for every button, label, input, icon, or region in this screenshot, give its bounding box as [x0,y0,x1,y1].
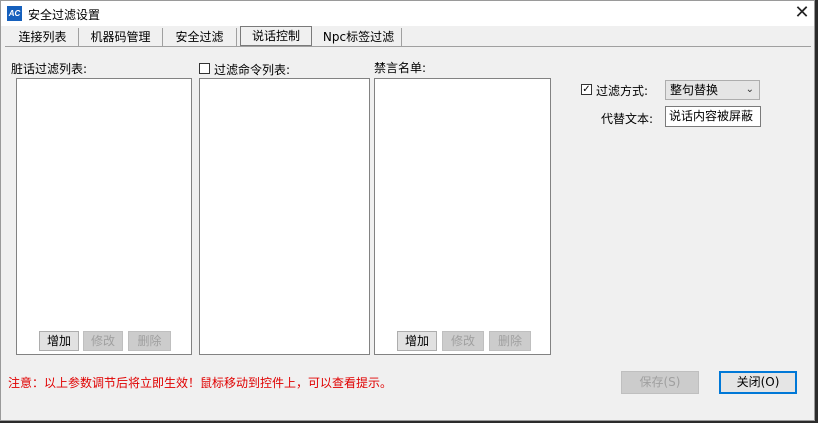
dirty-words-edit-button[interactable]: 修改 [83,331,123,351]
title-bar: AC 安全过滤设置 ✕ [1,1,814,26]
filter-mode-select[interactable]: 整句替换 ⌄ [665,80,760,100]
dirty-words-delete-button[interactable]: 删除 [128,331,171,351]
notice-text: 注意：以上参数调节后将立即生效！鼠标移动到控件上，可以查看提示。 [8,376,393,390]
filter-commands-listbox[interactable] [199,78,370,355]
filter-commands-label: 过滤命令列表: [214,63,291,77]
close-window-button[interactable]: ✕ [791,2,813,24]
ban-list-delete-button[interactable]: 删除 [489,331,531,351]
tab-security-filter[interactable]: 安全过滤 [163,28,237,46]
window-title: 安全过滤设置 [28,8,101,22]
tab-divider [5,46,811,47]
chevron-down-icon: ⌄ [745,84,754,95]
ban-list-label: 禁言名单: [374,61,427,75]
ban-list-listbox[interactable]: 增加 修改 删除 [374,78,551,355]
filter-mode-checkbox[interactable]: ✓ [581,84,592,95]
tab-connection-list[interactable]: 连接列表 [7,28,79,46]
filter-mode-selected-value: 整句替换 [670,83,719,97]
ban-list-add-button[interactable]: 增加 [397,331,437,351]
close-button[interactable]: 关闭(O) [719,371,797,394]
filter-commands-checkbox[interactable] [199,63,210,74]
tab-npc-tag-filter[interactable]: Npc标签过滤 [316,28,402,46]
dialog-window: AC 安全过滤设置 ✕ 连接列表 机器码管理 安全过滤 说话控制 Npc标签过滤… [0,0,815,421]
dirty-words-label: 脏话过滤列表: [11,62,88,76]
tab-machine-code[interactable]: 机器码管理 [79,28,163,46]
dirty-words-add-button[interactable]: 增加 [39,331,79,351]
replace-text-input[interactable]: 说话内容被屏蔽 [665,106,761,127]
save-button[interactable]: 保存(S) [621,371,699,394]
filter-mode-label: 过滤方式: [596,84,649,98]
dirty-words-listbox[interactable]: 增加 修改 删除 [16,78,192,355]
replace-text-label: 代替文本: [601,112,654,126]
ban-list-edit-button[interactable]: 修改 [442,331,484,351]
app-logo-icon: AC [7,6,22,21]
tab-speech-control[interactable]: 说话控制 [240,26,312,46]
